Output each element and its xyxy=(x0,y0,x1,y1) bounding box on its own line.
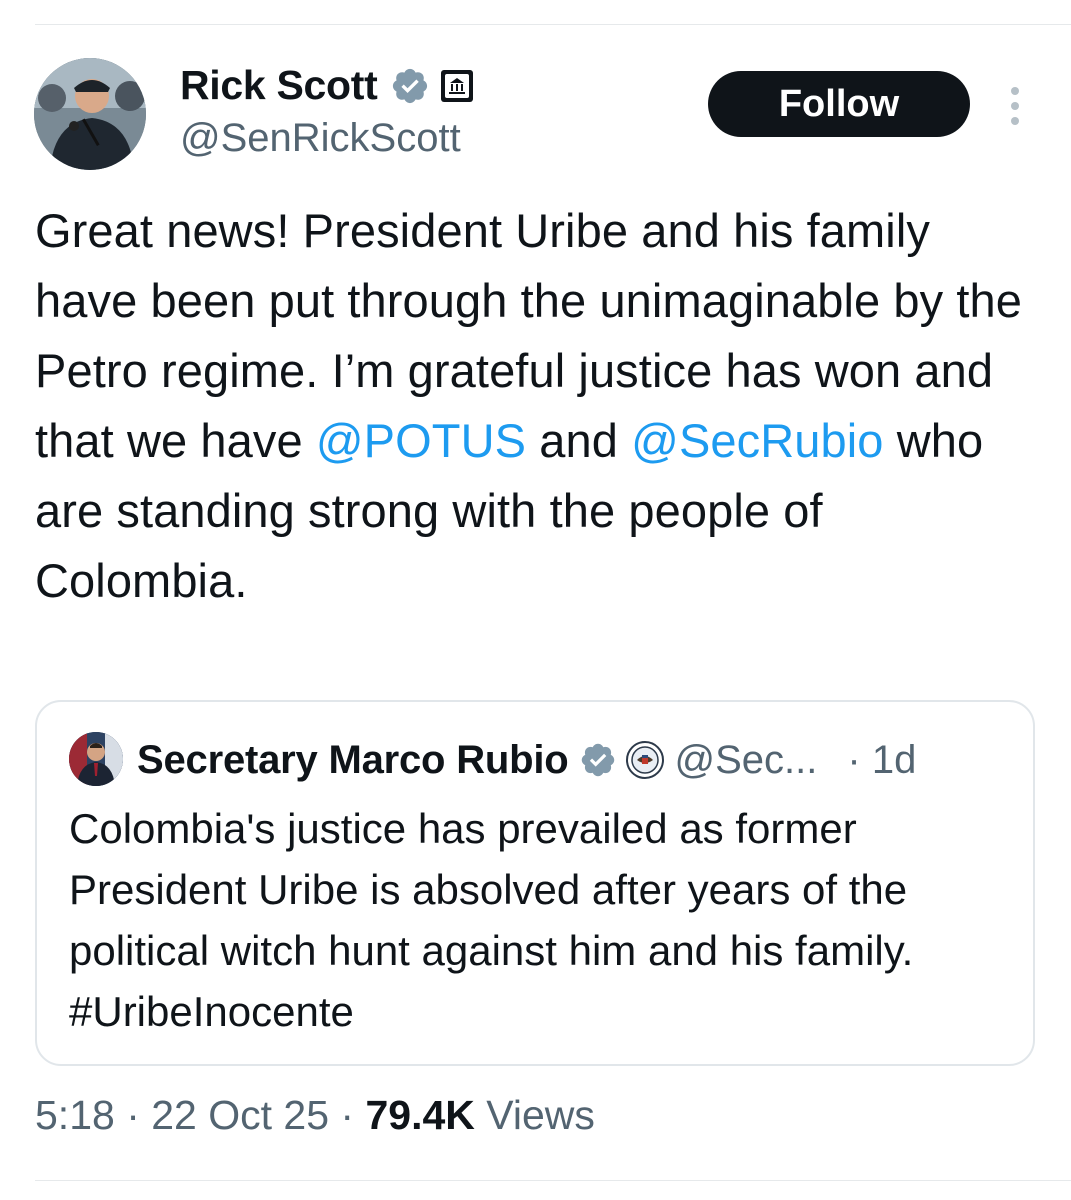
tweet-text-part: and xyxy=(526,414,632,467)
author-name[interactable]: Rick Scott xyxy=(180,62,378,109)
views-label[interactable]: Views xyxy=(475,1092,595,1138)
quoted-tweet-card[interactable]: Secretary Marco Rubio @Sec... · 1d Colom… xyxy=(35,700,1035,1066)
author-name-row[interactable]: Rick Scott xyxy=(180,62,474,109)
quoted-tweet-time[interactable]: · 1d xyxy=(847,738,916,783)
author-avatar[interactable] xyxy=(34,58,146,170)
separator-dot: · xyxy=(329,1092,366,1138)
government-building-icon xyxy=(440,69,473,102)
department-seal-icon xyxy=(625,741,664,779)
more-options-icon[interactable] xyxy=(1002,84,1028,128)
separator-dot: · xyxy=(114,1092,152,1138)
views-count[interactable]: 79.4K xyxy=(365,1092,474,1138)
verified-badge-icon xyxy=(581,743,614,777)
quoted-tweet-header: Secretary Marco Rubio @Sec... · 1d xyxy=(137,732,916,788)
tweet-meta-row: 5:18 · 22 Oct 25 · 79.4K Views xyxy=(35,1092,595,1139)
tweet-time[interactable]: 5:18 xyxy=(35,1092,115,1138)
tweet-date[interactable]: 22 Oct 25 xyxy=(151,1092,329,1138)
quoted-tweet-text: Colombia's justice has prevailed as form… xyxy=(69,805,914,1035)
quoted-author-name[interactable]: Secretary Marco Rubio xyxy=(137,738,569,783)
quoted-author-avatar[interactable] xyxy=(69,732,123,786)
bottom-divider xyxy=(35,1180,1071,1181)
author-handle[interactable]: @SenRickScott xyxy=(180,116,461,161)
mention-secrubio-link[interactable]: @SecRubio xyxy=(631,414,883,467)
follow-button[interactable]: Follow xyxy=(708,71,970,137)
verified-badge-icon xyxy=(392,68,427,103)
quoted-author-handle[interactable]: @Sec... xyxy=(675,738,818,783)
mention-potus-link[interactable]: @POTUS xyxy=(316,414,526,467)
top-divider xyxy=(35,24,1071,25)
tweet-text: Great news! President Uribe and his fami… xyxy=(35,196,1025,616)
